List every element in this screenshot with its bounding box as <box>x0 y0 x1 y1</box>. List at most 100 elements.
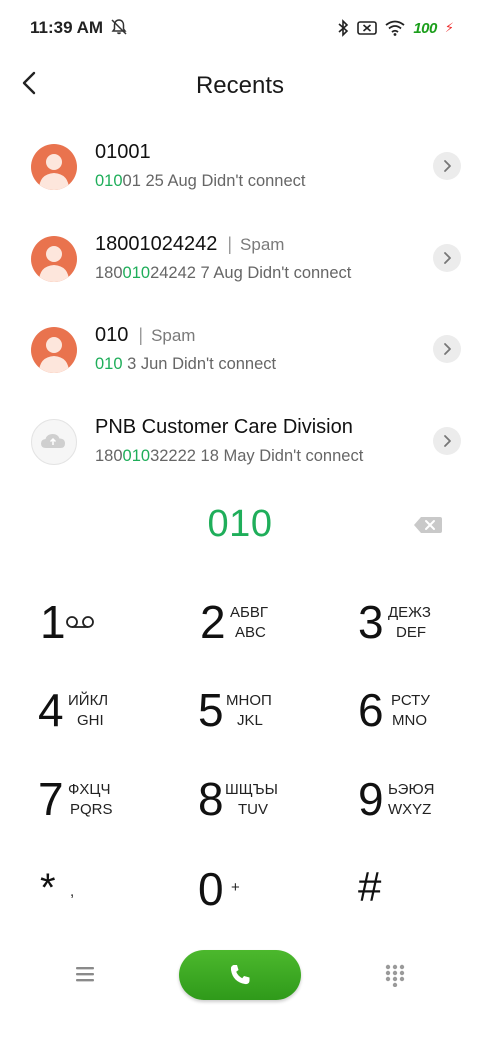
key-star[interactable]: * , <box>30 862 170 948</box>
number-suffix: 24242 <box>150 263 196 282</box>
key-letters-latin: ABC <box>235 624 266 641</box>
key-digit: 3 <box>358 596 384 648</box>
status-bar: 11:39 AM 100 ⚡ <box>0 0 480 58</box>
sim-off-icon <box>357 20 378 36</box>
contact-name-line: 18001024242 | Spam <box>95 233 284 256</box>
call-detail: 18001024242 7 Aug Didn't connect <box>95 264 351 283</box>
key-9[interactable]: 9 ЬЭЮЯ WXYZ <box>348 772 480 858</box>
contact-name-line: PNB Customer Care Division <box>95 416 353 439</box>
key-4[interactable]: 4 ИЙКЛ GHI <box>30 683 170 769</box>
key-letters-cyrillic: АБВГ <box>230 604 268 621</box>
key-digit: 0 <box>198 863 224 915</box>
status-icons: 100 ⚡ <box>337 18 454 38</box>
recent-call-item[interactable]: 01001 01001 25 Aug Didn't connect <box>0 122 480 214</box>
backspace-button[interactable] <box>413 515 443 535</box>
menu-icon <box>76 967 94 982</box>
number-prefix: 180 <box>95 446 123 465</box>
contact-name: 01001 <box>95 141 151 163</box>
number-match: 010 <box>95 355 123 373</box>
key-letters-latin: GHI <box>77 712 104 729</box>
cloud-icon <box>41 433 65 448</box>
key-letters-latin: PQRS <box>70 801 113 818</box>
recent-call-item[interactable]: 010 | Spam 010 3 Jun Didn't connect <box>0 305 480 397</box>
key-digit: * <box>40 866 56 910</box>
key-digit: 9 <box>358 773 384 825</box>
avatar <box>31 144 77 190</box>
key-digit: 1 <box>40 596 66 648</box>
key-letters: , <box>70 883 75 900</box>
key-2[interactable]: 2 АБВГ ABC <box>190 595 330 681</box>
key-0[interactable]: 0 + <box>190 862 330 948</box>
key-letters-cyrillic: ИЙКЛ <box>68 692 109 709</box>
call-button[interactable] <box>179 950 301 1000</box>
contact-name-line: 01001 <box>95 141 151 164</box>
key-letters-cyrillic: ФХЦЧ <box>68 781 111 798</box>
call-detail: 01001 25 Aug Didn't connect <box>95 172 306 191</box>
recents-list: 01001 01001 25 Aug Didn't connect 180010… <box>0 122 480 488</box>
dialpad-icon <box>385 964 405 988</box>
key-letters-cyrillic: МНОП <box>226 692 272 709</box>
key-7[interactable]: 7 ФХЦЧ PQRS <box>30 772 170 858</box>
menu-button[interactable] <box>72 963 98 985</box>
bluetooth-icon <box>337 19 349 37</box>
number-match: 010 <box>122 446 151 465</box>
key-letters-cyrillic: ДЕЖЗ <box>388 604 431 621</box>
key-digit: 8 <box>198 773 224 825</box>
battery-icon: 100 <box>413 19 437 37</box>
chevron-right-icon <box>444 251 451 264</box>
key-letters-cyrillic: ЬЭЮЯ <box>388 781 435 798</box>
key-1[interactable]: 1 <box>30 595 170 681</box>
key-5[interactable]: 5 МНОП JKL <box>190 683 330 769</box>
recent-call-item[interactable]: PNB Customer Care Division 18001032222 1… <box>0 397 480 489</box>
dialpad-toggle-button[interactable] <box>384 963 406 988</box>
key-letters-cyrillic: ШЩЪЫ <box>225 781 278 798</box>
person-icon <box>39 154 69 190</box>
number-match: 010 <box>95 172 123 190</box>
header: Recents <box>0 62 480 110</box>
separator: | <box>138 325 144 345</box>
dialed-number-field[interactable]: 010 <box>0 503 480 546</box>
key-3[interactable]: 3 ДЕЖЗ DEF <box>348 595 480 681</box>
key-digit: 6 <box>358 684 384 736</box>
details-button[interactable] <box>433 335 461 363</box>
spam-tag: Spam <box>240 234 285 254</box>
key-letters: + <box>231 879 240 896</box>
call-date-status: 3 Jun Didn't connect <box>122 355 277 373</box>
charging-bolt-icon: ⚡ <box>444 20 454 35</box>
contact-name-line: 010 | Spam <box>95 324 195 347</box>
key-digit: 4 <box>38 684 64 736</box>
key-6[interactable]: 6 РСТУ MNO <box>348 683 480 769</box>
key-digit: 7 <box>38 773 64 825</box>
wifi-icon <box>385 20 405 36</box>
key-hash[interactable]: # <box>348 862 480 948</box>
key-letters-latin: TUV <box>238 801 268 818</box>
details-button[interactable] <box>433 426 461 455</box>
number-prefix: 180 <box>95 263 123 282</box>
call-date-status: 25 Aug Didn't connect <box>140 172 306 190</box>
call-detail: 010 3 Jun Didn't connect <box>95 355 276 374</box>
contact-name: 18001024242 <box>95 232 218 255</box>
voicemail-icon <box>65 615 95 634</box>
number-match: 010 <box>122 263 151 282</box>
key-digit: # <box>358 863 382 910</box>
details-button[interactable] <box>433 243 461 272</box>
number-suffix: 32222 <box>150 446 196 465</box>
details-button[interactable] <box>433 152 461 180</box>
key-letters-latin: MNO <box>392 712 427 729</box>
key-digit: 5 <box>198 684 224 736</box>
key-letters-latin: DEF <box>396 624 426 641</box>
avatar <box>31 327 77 373</box>
call-date-status: 7 Aug Didn't connect <box>195 263 352 282</box>
page-title: Recents <box>195 72 285 99</box>
contact-name: PNB Customer Care Division <box>95 415 353 438</box>
status-time: 11:39 AM <box>30 18 104 37</box>
avatar <box>31 235 77 282</box>
bell-off-icon <box>110 18 128 36</box>
chevron-right-icon <box>444 434 451 447</box>
recent-call-item[interactable]: 18001024242 | Spam 18001024242 7 Aug Didn'… <box>0 214 480 306</box>
person-icon <box>39 337 69 373</box>
call-detail: 18001032222 18 May Didn't connect <box>95 447 363 466</box>
key-8[interactable]: 8 ШЩЪЫ TUV <box>190 772 330 858</box>
contact-name: 010 <box>95 324 129 346</box>
number-suffix: 01 <box>122 172 141 190</box>
